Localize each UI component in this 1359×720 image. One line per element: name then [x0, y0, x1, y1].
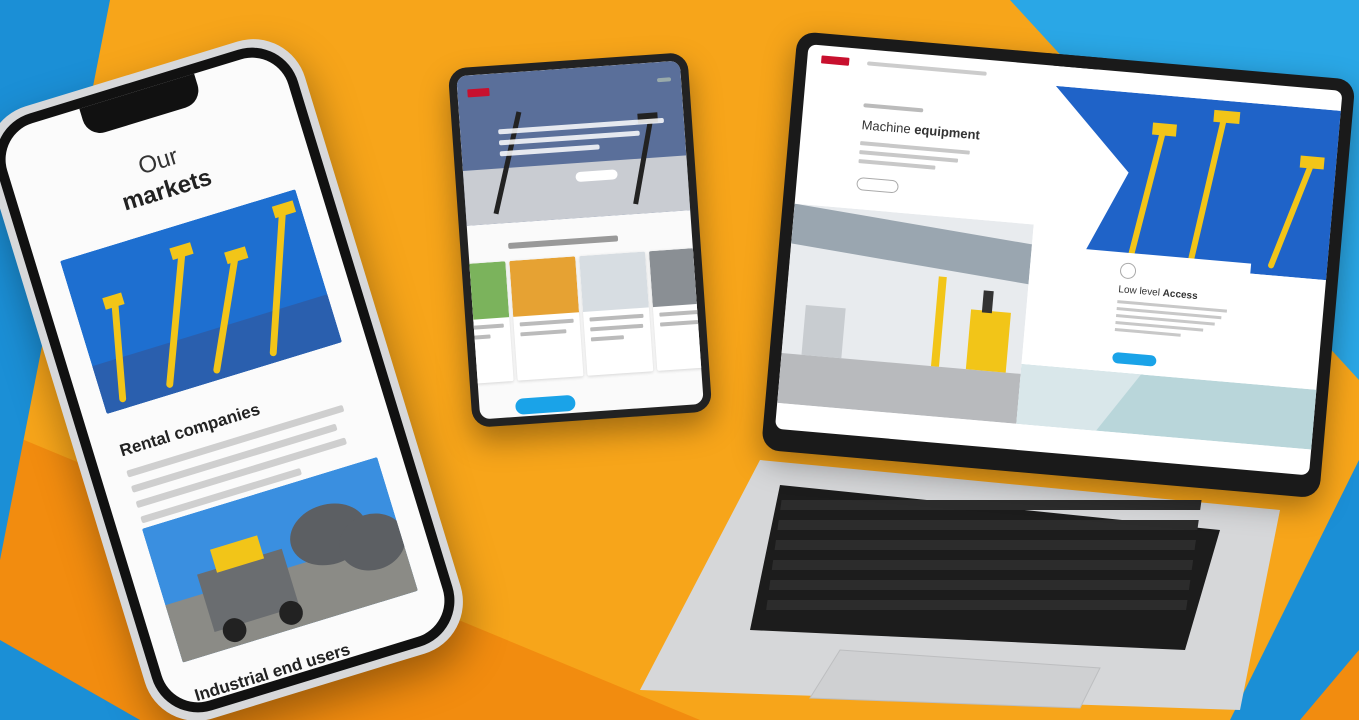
laptop: Machine equipment Low level Access	[640, 31, 1356, 710]
laptop-glass-photo	[1016, 363, 1321, 450]
laptop-hero-text	[858, 141, 970, 177]
laptop-hero-button	[856, 176, 900, 194]
laptop-hero-title: Machine equipment	[861, 117, 980, 142]
composition: Our markets Rental companies Industrial …	[0, 0, 1359, 720]
laptop-nav-links	[866, 61, 987, 76]
tablet-card	[509, 256, 584, 381]
laptop-brand-logo	[820, 55, 850, 66]
laptop-screen: Machine equipment Low level Access	[774, 44, 1343, 476]
tablet-brand-logo	[467, 87, 490, 98]
hero-title-light: Machine	[861, 117, 912, 137]
laptop-breadcrumb	[863, 103, 924, 113]
laptop-hall-photo	[777, 203, 1034, 424]
tablet-section-title	[508, 235, 619, 250]
laptop-lid: Machine equipment Low level Access	[761, 31, 1356, 499]
tablet-cta-button	[514, 394, 576, 415]
hero-title-bold: equipment	[913, 121, 981, 143]
